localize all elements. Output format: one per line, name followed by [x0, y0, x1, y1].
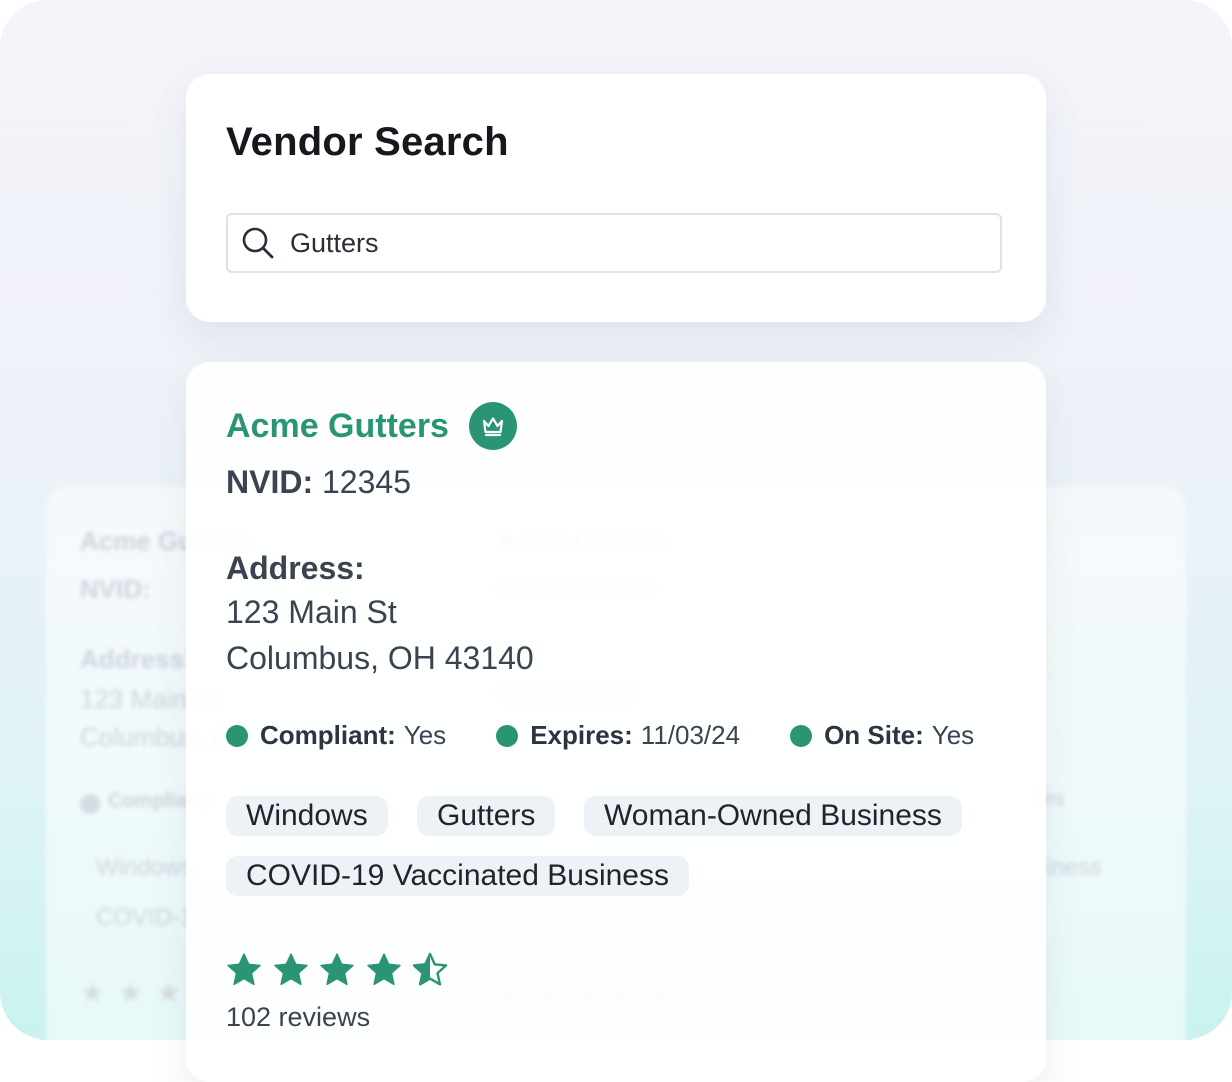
status-value: 11/03/24 [640, 720, 741, 750]
status-value: Yes [931, 720, 975, 750]
star-full-icon [273, 953, 308, 986]
page-title: Vendor Search [226, 120, 509, 164]
status-value: Yes [403, 720, 447, 750]
vendor-name-link[interactable]: Acme Gutters [226, 407, 449, 446]
star-full-icon [320, 953, 354, 986]
address-label: Address: [226, 550, 365, 586]
nvid-label: NVID: [226, 464, 314, 500]
status-label: On Site: [824, 720, 924, 750]
tag-gutters: Gutters [417, 796, 556, 836]
nvid-value: 12345 [322, 464, 411, 500]
ghost-tag-fragment: iness [1046, 854, 1103, 881]
address-line1: 123 Main St [226, 594, 397, 630]
review-count[interactable]: 102 reviews [226, 1002, 370, 1033]
ghost-star-icon: ★ [80, 977, 106, 1008]
status-row: Compliant: Yes Expires: 11/03/24 On Site… [226, 720, 974, 751]
search-box[interactable] [226, 213, 1002, 273]
tag-windows: Windows [226, 796, 388, 836]
ghost-tag: Windows [96, 854, 194, 881]
search-icon [242, 227, 274, 259]
search-input[interactable] [290, 227, 1000, 259]
star-half-icon [412, 952, 448, 986]
tag-covid-vaccinated: COVID-19 Vaccinated Business [226, 856, 689, 896]
status-label: Compliant: [260, 720, 396, 750]
ghost-status-dot [80, 794, 100, 814]
status-label: Expires: [530, 720, 633, 750]
status-expires: Expires: 11/03/24 [496, 720, 740, 751]
vendor-search-panel: Vendor Search [186, 74, 1046, 322]
tag-woman-owned: Woman-Owned Business [584, 796, 962, 836]
status-dot-icon [496, 724, 519, 747]
star-full-icon [366, 953, 401, 986]
crown-icon [482, 417, 504, 437]
address-line2: Columbus, OH 43140 [226, 640, 534, 676]
premium-badge [468, 402, 517, 450]
vendor-nvid: NVID: 12345 [226, 464, 411, 501]
ghost-star-icon: ★ [118, 977, 144, 1008]
ghost-nvid: NVID: [80, 574, 151, 604]
vendor-name-row: Acme Gutters [226, 402, 517, 450]
status-dot-icon [790, 724, 813, 747]
star-full-icon [227, 953, 261, 986]
star-rating [226, 952, 459, 988]
status-compliant: Compliant: Yes [226, 720, 446, 751]
ghost-address-label: Address: [80, 644, 193, 674]
vendor-result-card[interactable]: Acme Gutters NVID: 12345 Address: 123 Ma… [186, 362, 1046, 1082]
status-on-site: On Site: Yes [790, 720, 974, 751]
status-dot-icon [226, 724, 248, 747]
ghost-star-icon: ★ [156, 977, 182, 1008]
